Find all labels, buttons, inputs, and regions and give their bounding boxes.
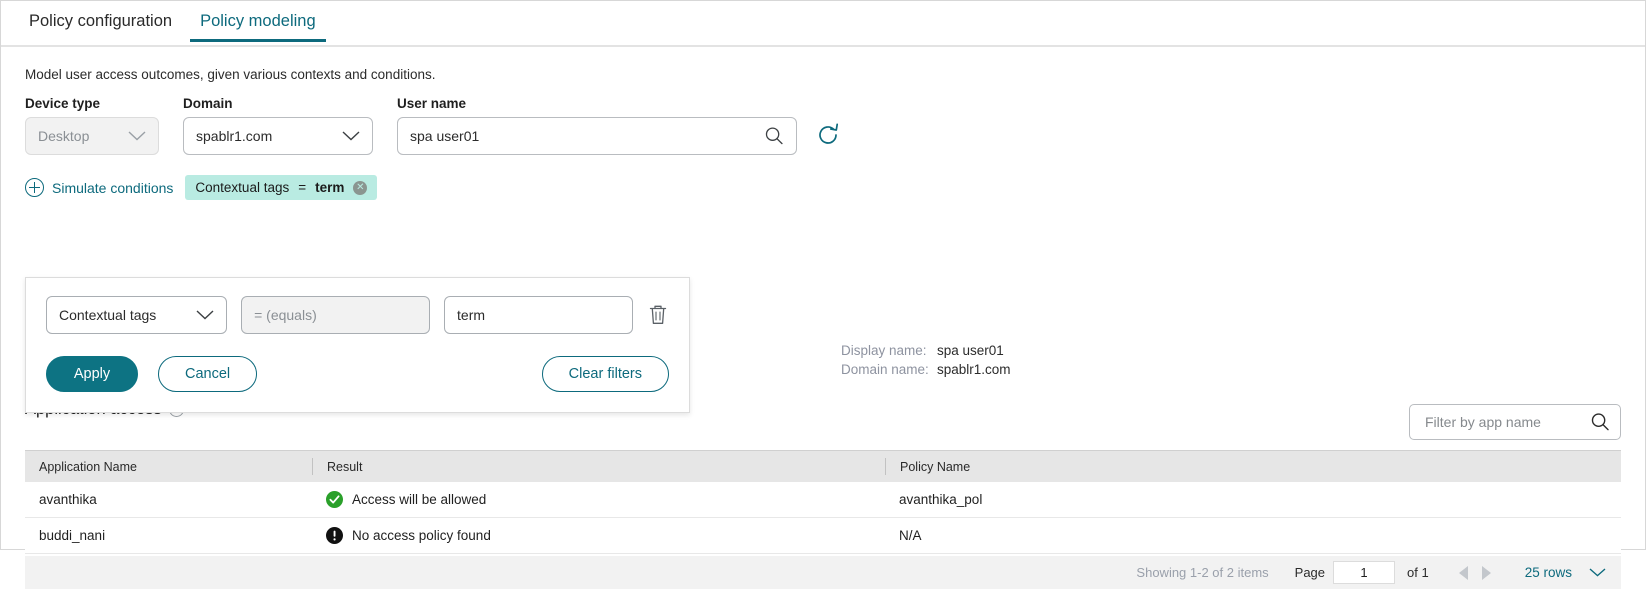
rows-per-page-select[interactable]: 25 rows	[1525, 565, 1607, 580]
device-type-field: Device type Desktop	[25, 96, 159, 155]
page-label: Page	[1295, 565, 1325, 580]
cancel-button[interactable]: Cancel	[158, 356, 257, 392]
page-content: Model user access outcomes, given variou…	[1, 67, 1645, 200]
cell-application-name: buddi_nani	[25, 528, 312, 543]
simulate-conditions-label: Simulate conditions	[52, 180, 173, 196]
result-text: No access policy found	[352, 528, 491, 543]
table-footer: Showing 1-2 of 2 items Page 1 of 1 25 ro…	[25, 556, 1621, 589]
close-icon[interactable]: ✕	[353, 181, 367, 195]
column-header-policy-name: Policy Name	[885, 458, 1621, 475]
next-page-icon[interactable]	[1482, 566, 1491, 580]
simulate-conditions-button[interactable]: Simulate conditions	[25, 178, 173, 197]
policy-modeling-page: Policy configuration Policy modeling Mod…	[0, 0, 1646, 550]
plus-circle-icon	[25, 178, 44, 197]
display-name-value: spa user01	[937, 341, 1004, 360]
device-type-value: Desktop	[38, 128, 120, 144]
display-name-label: Display name:	[841, 341, 937, 360]
result-text: Access will be allowed	[352, 492, 486, 507]
domain-name-label: Domain name:	[841, 360, 937, 379]
filter-value-text: term	[457, 307, 620, 323]
filter-attribute-select[interactable]: Contextual tags	[46, 296, 227, 334]
refresh-button[interactable]	[813, 121, 843, 151]
user-name-field: User name spa user01	[397, 96, 797, 155]
cell-policy-name: N/A	[885, 528, 1621, 543]
tab-policy-modeling[interactable]: Policy modeling	[186, 1, 330, 40]
filter-panel: Contextual tags = (equals) term	[25, 277, 690, 413]
chip-value: term	[315, 180, 344, 195]
cell-policy-name: avanthika_pol	[885, 492, 1621, 507]
user-name-value: spa user01	[410, 128, 764, 144]
display-name-row: Display name: spa user01	[841, 341, 1011, 360]
showing-count: Showing 1-2 of 2 items	[1136, 565, 1268, 580]
domain-field: Domain spablr1.com	[183, 96, 373, 155]
cell-application-name: avanthika	[25, 492, 312, 507]
user-info: Display name: spa user01 Domain name: sp…	[841, 341, 1011, 379]
pagination-arrows	[1459, 566, 1491, 580]
tab-policy-configuration[interactable]: Policy configuration	[15, 1, 186, 40]
chevron-down-icon	[196, 310, 214, 320]
page-description: Model user access outcomes, given variou…	[25, 67, 1621, 82]
tab-bar: Policy configuration Policy modeling	[1, 1, 1645, 47]
domain-value: spablr1.com	[196, 128, 334, 144]
search-icon[interactable]	[764, 126, 784, 146]
check-circle-icon	[326, 491, 343, 508]
user-name-input[interactable]: spa user01	[397, 117, 797, 155]
cell-result: No access policy found	[312, 527, 885, 544]
column-header-result: Result	[312, 458, 885, 475]
application-access-table: Application Name Result Policy Name avan…	[25, 450, 1621, 554]
page-number-input[interactable]: 1	[1333, 561, 1395, 584]
previous-page-icon[interactable]	[1459, 566, 1468, 580]
domain-label: Domain	[183, 96, 373, 111]
condition-chip[interactable]: Contextual tags = term ✕	[185, 175, 377, 200]
chip-operator: =	[298, 180, 306, 195]
chevron-down-icon	[1589, 568, 1607, 578]
filter-panel-actions: Apply Cancel Clear filters	[46, 356, 669, 392]
domain-name-value: spablr1.com	[937, 360, 1011, 379]
rows-per-page-label: 25 rows	[1525, 565, 1572, 580]
user-name-label: User name	[397, 96, 797, 111]
column-header-application-name: Application Name	[25, 460, 312, 474]
device-type-select[interactable]: Desktop	[25, 117, 159, 155]
domain-name-row: Domain name: spablr1.com	[841, 360, 1011, 379]
table-header-row: Application Name Result Policy Name	[25, 451, 1621, 482]
page-total-label: of 1	[1407, 565, 1429, 580]
chevron-down-icon	[342, 131, 360, 141]
table-row[interactable]: buddi_nani No access policy found N/A	[25, 518, 1621, 554]
model-inputs-row: Device type Desktop Domain spablr1.com	[25, 96, 1621, 155]
search-icon[interactable]	[1590, 412, 1610, 432]
app-name-filter[interactable]	[1409, 404, 1621, 440]
filter-operator-select[interactable]: = (equals)	[241, 296, 430, 334]
filter-value-input[interactable]: term	[444, 296, 633, 334]
filter-attribute-value: Contextual tags	[59, 307, 188, 323]
app-name-filter-input[interactable]	[1423, 413, 1590, 431]
device-type-label: Device type	[25, 96, 159, 111]
trash-icon[interactable]	[647, 303, 669, 327]
clear-filters-button[interactable]: Clear filters	[542, 356, 669, 392]
alert-circle-icon	[326, 527, 343, 544]
apply-button[interactable]: Apply	[46, 356, 138, 392]
simulate-conditions-row: Simulate conditions Contextual tags = te…	[25, 175, 1621, 200]
cell-result: Access will be allowed	[312, 491, 885, 508]
filter-operator-value: = (equals)	[254, 307, 417, 323]
filter-row: Contextual tags = (equals) term	[46, 296, 669, 334]
chevron-down-icon	[128, 131, 146, 141]
chip-attribute: Contextual tags	[195, 180, 289, 195]
domain-select[interactable]: spablr1.com	[183, 117, 373, 155]
table-row[interactable]: avanthika Access will be allowed avanthi…	[25, 482, 1621, 518]
